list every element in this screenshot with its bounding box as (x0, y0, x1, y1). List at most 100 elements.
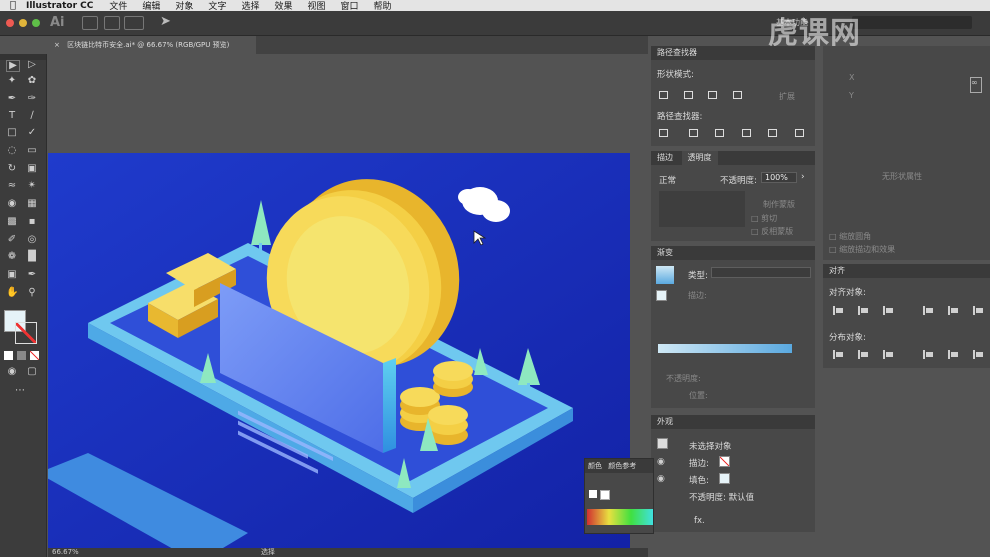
expand-button[interactable]: 扩展 (779, 91, 795, 102)
clip-checkbox[interactable]: □ 剪切 (751, 213, 777, 224)
none-mode-button[interactable] (30, 351, 39, 360)
pathfinder-panel-title[interactable]: 路径查找器 (651, 46, 815, 60)
opacity-input[interactable]: 100% (761, 172, 797, 183)
exclude-button[interactable] (733, 91, 742, 99)
document-tab[interactable]: × 区块链比特币安全.ai* @ 66.67% (RGB/GPU 预览) (48, 36, 256, 54)
gradient-panel-title[interactable]: 渐变 (651, 246, 815, 260)
eyedropper-icon[interactable]: ✐ (6, 235, 18, 245)
distribute-bottom-icon[interactable] (883, 350, 893, 359)
lasso-icon[interactable]: ✿ (26, 76, 38, 86)
divide-button[interactable] (659, 129, 668, 137)
apple-icon[interactable]:  (0, 0, 26, 11)
make-mask-button[interactable]: 制作蒙版 (763, 199, 795, 210)
distribute-top-icon[interactable] (833, 350, 843, 359)
paintbrush-icon[interactable]: ✓ (26, 128, 38, 138)
graph-tool-icon[interactable]: █ (26, 252, 38, 262)
color-white-swatch[interactable] (600, 490, 610, 500)
appearance-panel-title[interactable]: 外观 (651, 415, 815, 429)
gradient-tool-icon[interactable]: ▪ (26, 217, 38, 227)
width-tool-icon[interactable]: ≈ (6, 181, 18, 191)
constrain-proportions-icon[interactable]: ∞ (970, 77, 982, 93)
intersect-button[interactable] (708, 91, 717, 99)
type-tool-icon[interactable]: T (6, 111, 18, 121)
align-panel-title[interactable]: 对齐 (823, 264, 990, 278)
tab-transparency[interactable]: 透明度 (681, 151, 718, 165)
gradient-type-select[interactable] (711, 267, 811, 278)
color-spectrum[interactable] (587, 509, 653, 525)
shaper-tool-icon[interactable]: ◌ (6, 146, 18, 156)
zoom-window-button[interactable] (32, 19, 40, 27)
add-effect-button[interactable]: fx. (694, 516, 705, 526)
distribute-right-icon[interactable] (973, 350, 983, 359)
tab-color[interactable]: 颜色 (588, 462, 602, 470)
unite-button[interactable] (659, 91, 668, 99)
eye-icon[interactable]: ◉ (657, 474, 665, 484)
artboard-tool-icon[interactable]: ▣ (6, 270, 18, 280)
hand-tool-icon[interactable]: ✋ (6, 288, 18, 298)
gpu-performance-icon[interactable]: ➤ (160, 14, 171, 29)
minus-front-button[interactable] (684, 91, 693, 99)
tab-color-guide[interactable]: 颜色参考 (608, 462, 636, 470)
close-window-button[interactable] (6, 19, 14, 27)
align-top-icon[interactable] (923, 306, 933, 315)
gradient-thumbnail[interactable] (656, 266, 674, 284)
selection-tool-icon[interactable]: ▶ (6, 60, 20, 72)
invert-mask-checkbox[interactable]: □ 反相蒙版 (751, 226, 793, 237)
minus-back-button[interactable] (795, 129, 804, 137)
canvas-area[interactable] (48, 54, 648, 557)
crop-button[interactable] (742, 129, 751, 137)
perspective-grid-icon[interactable]: ▦ (26, 199, 38, 209)
blend-tool-icon[interactable]: ◎ (26, 235, 38, 245)
distribute-left-icon[interactable] (923, 350, 933, 359)
scale-strokes-checkbox[interactable]: □ 缩放描边和效果 (829, 244, 895, 255)
distribute-middle-icon[interactable] (858, 350, 868, 359)
artboard[interactable] (48, 153, 630, 548)
zoom-tool-icon[interactable]: ⚲ (26, 288, 38, 298)
mesh-tool-icon[interactable]: ▩ (6, 217, 18, 227)
slice-tool-icon[interactable]: ✒ (26, 270, 38, 280)
bridge-icon[interactable] (82, 16, 98, 30)
pen-tool-icon[interactable]: ✒ (6, 94, 18, 104)
appearance-fill-swatch[interactable] (719, 473, 730, 484)
appearance-opacity-row[interactable]: 不透明度: 默认值 (689, 491, 754, 503)
trim-button[interactable] (689, 129, 698, 137)
stroke-swatch[interactable] (15, 322, 37, 344)
line-tool-icon[interactable]: ∕ (26, 111, 38, 121)
align-center-icon[interactable] (858, 306, 868, 315)
align-right-icon[interactable] (883, 306, 893, 315)
color-none-swatch[interactable] (589, 490, 597, 498)
screen-mode-icon[interactable]: ▢ (26, 367, 38, 377)
scale-corners-checkbox[interactable]: □ 缩放圆角 (829, 231, 871, 242)
align-middle-icon[interactable] (948, 306, 958, 315)
puppet-warp-icon[interactable]: ✴ (26, 181, 38, 191)
gradient-mode-button[interactable] (17, 351, 26, 360)
scale-tool-icon[interactable]: ▣ (26, 164, 38, 174)
tab-close-button[interactable]: × (54, 41, 60, 49)
blend-mode-select[interactable]: 正常 (659, 174, 676, 186)
minimize-window-button[interactable] (19, 19, 27, 27)
eye-icon[interactable]: ◉ (657, 457, 665, 467)
align-left-icon[interactable] (833, 306, 843, 315)
curvature-tool-icon[interactable]: ✑ (26, 94, 38, 104)
rotate-tool-icon[interactable]: ↻ (6, 164, 18, 174)
draw-mode-icon[interactable]: ◉ (6, 367, 18, 377)
color-mode-button[interactable] (4, 351, 13, 360)
tab-stroke[interactable]: 描边 (651, 153, 679, 162)
outline-button[interactable] (768, 129, 777, 137)
eraser-icon[interactable]: ▭ (26, 146, 38, 156)
zoom-level[interactable]: 66.67% (52, 548, 79, 556)
gradient-bar[interactable] (658, 344, 792, 353)
app-menu[interactable]: Illustrator CC (26, 1, 93, 11)
symbol-sprayer-icon[interactable]: ❁ (6, 252, 18, 262)
edit-toolbar-icon[interactable]: ⋯ (14, 386, 26, 396)
stock-icon[interactable] (104, 16, 120, 30)
shape-builder-icon[interactable]: ◉ (6, 199, 18, 209)
magic-wand-icon[interactable]: ✦ (6, 76, 18, 86)
appearance-stroke-swatch[interactable] (719, 456, 730, 467)
opacity-arrow-icon[interactable]: › (801, 172, 805, 182)
direct-selection-icon[interactable]: ▷ (26, 60, 38, 70)
arrange-documents-icon[interactable] (124, 16, 144, 30)
distribute-center-icon[interactable] (948, 350, 958, 359)
gradient-fill-swatch[interactable] (656, 290, 667, 301)
merge-button[interactable] (715, 129, 724, 137)
